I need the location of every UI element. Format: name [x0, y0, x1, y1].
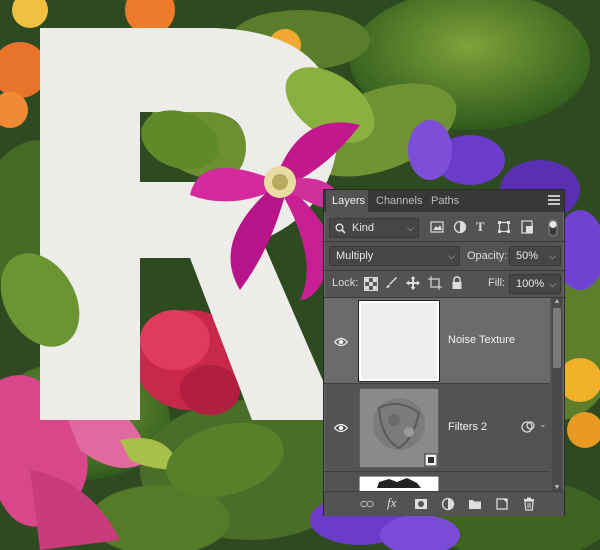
panel-footer: fx	[324, 491, 564, 516]
blend-row: Multiply ⌵ Opacity: 50% ⌵	[324, 244, 564, 268]
filter-toggle-icon[interactable]	[548, 219, 558, 237]
opacity-value: 50%	[516, 250, 539, 262]
group-folder-icon[interactable]	[468, 497, 482, 511]
type-layer-filter-icon[interactable]: T	[476, 220, 485, 234]
divider	[324, 241, 564, 242]
filter-kind-value: Kind	[352, 222, 375, 234]
tab-channels[interactable]: Channels	[370, 190, 424, 212]
filter-row: Kind ⌵ T	[324, 216, 564, 240]
layer-name[interactable]: Noise Texture	[448, 334, 515, 346]
layer-thumbnail[interactable]	[359, 388, 439, 468]
layer-row-filters-2[interactable]: Filters 2 ⌄	[324, 384, 550, 472]
brush-icon[interactable]	[384, 276, 398, 290]
layers-list: Noise Texture Filters 2 ⌄	[324, 298, 550, 491]
lock-icon[interactable]	[450, 276, 464, 290]
layer-thumbnail[interactable]	[358, 300, 440, 382]
opacity-field[interactable]: 50% ⌵	[509, 246, 561, 266]
layers-panel: Layers Channels Paths Kind ⌵ T Multiply …	[323, 189, 565, 516]
fx-icon[interactable]: fx	[387, 495, 396, 511]
smart-filters-icon[interactable]	[521, 420, 537, 434]
mask-icon[interactable]	[414, 497, 428, 511]
scroll-up-icon[interactable]: ▲	[552, 298, 562, 305]
artboard-icon[interactable]	[428, 276, 442, 290]
chevron-down-icon: ⌵	[407, 223, 414, 233]
layers-scrollbar[interactable]: ▲ ▼	[552, 298, 562, 491]
eye-icon[interactable]	[334, 423, 348, 433]
layer-name[interactable]: Filters 2	[448, 421, 487, 433]
trash-icon[interactable]	[522, 497, 536, 511]
fill-field[interactable]: 100% ⌵	[509, 274, 561, 294]
opacity-label: Opacity:	[467, 250, 508, 262]
chevron-down-icon: ⌵	[549, 251, 556, 261]
pixel-layer-filter-icon[interactable]	[430, 220, 444, 234]
scrollbar-thumb[interactable]	[553, 308, 561, 368]
layer-row-letter[interactable]	[324, 472, 550, 491]
fill-value: 100%	[516, 278, 545, 290]
filter-kind-dropdown[interactable]: Kind ⌵	[329, 218, 419, 238]
tab-paths[interactable]: Paths	[425, 190, 463, 212]
panel-menu-icon[interactable]	[548, 195, 560, 207]
lock-row: Lock: Fill: 100% ⌵	[324, 272, 564, 296]
new-layer-icon[interactable]	[495, 497, 509, 511]
blend-mode-dropdown[interactable]: Multiply ⌵	[329, 246, 460, 266]
adjustment-icon[interactable]	[441, 497, 455, 511]
smart-object-filter-icon[interactable]	[520, 220, 534, 234]
lock-transparent-pixels-icon[interactable]	[364, 277, 378, 291]
panel-tab-bar: Layers Channels Paths	[324, 190, 564, 212]
layer-row-noise-texture[interactable]: Noise Texture	[324, 298, 550, 384]
shape-layer-filter-icon[interactable]	[497, 220, 511, 234]
scroll-down-icon[interactable]: ▼	[552, 484, 562, 491]
tab-layers[interactable]: Layers	[326, 190, 368, 212]
move-icon[interactable]	[406, 276, 420, 290]
lock-label: Lock:	[332, 277, 359, 289]
adjustment-layer-filter-icon[interactable]	[453, 220, 467, 234]
divider	[324, 270, 564, 271]
chevron-down-icon: ⌵	[549, 279, 556, 289]
chevron-down-icon[interactable]: ⌄	[539, 419, 547, 430]
blend-mode-value: Multiply	[336, 250, 374, 262]
chevron-down-icon: ⌵	[448, 251, 455, 261]
link-icon[interactable]	[360, 497, 374, 511]
eye-icon[interactable]	[334, 337, 348, 347]
fill-label: Fill:	[488, 277, 506, 289]
layer-thumbnail[interactable]	[359, 476, 439, 491]
search-icon	[335, 223, 346, 234]
